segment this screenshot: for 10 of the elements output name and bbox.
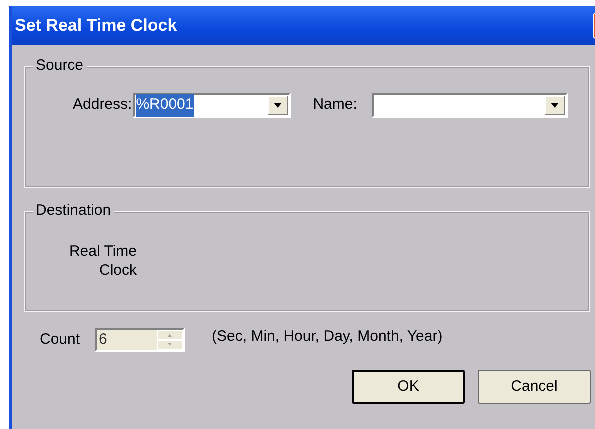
field-label: Name: (313, 95, 358, 116)
count-hint: (Sec, Min, Hour, Day, Month, Year) (212, 326, 443, 347)
count-label: Count (40, 330, 80, 350)
cancel-button[interactable]: Cancel (478, 370, 591, 404)
destination-text: Real Time Clock (68, 242, 137, 280)
name-dropdown[interactable] (372, 93, 568, 118)
ok-button[interactable]: OK (352, 370, 465, 404)
field-label: Address: (73, 95, 132, 116)
window-title: Set Real Time Clock (15, 14, 178, 37)
address-dropdown[interactable]: %R0001 (133, 93, 292, 118)
